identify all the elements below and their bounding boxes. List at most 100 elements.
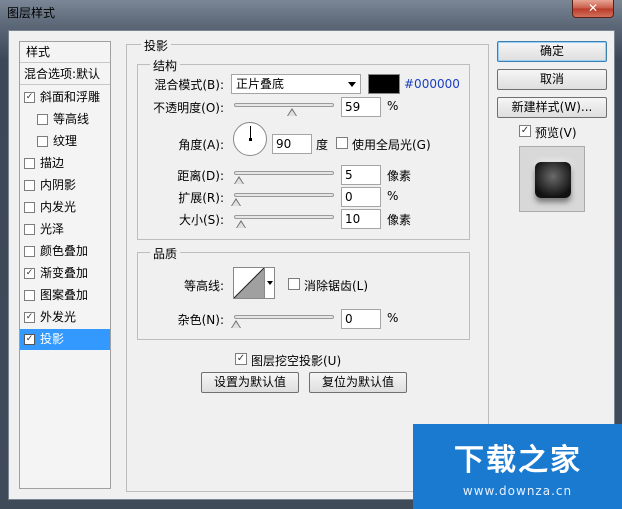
global-light-label: 使用全局光(G) <box>352 138 431 152</box>
quality-legend: 品质 <box>150 245 181 262</box>
close-button[interactable]: ✕ <box>572 0 614 18</box>
new-style-button[interactable]: 新建样式(W)... <box>497 97 607 118</box>
layer-style-window: 图层样式 ✕ 样式 混合选项:默认 ✓ 斜面和浮雕 等高线 纹理 描边 内阴影 … <box>0 0 622 509</box>
checkbox-icon[interactable] <box>24 224 35 235</box>
angle-dial-icon[interactable] <box>233 122 267 156</box>
blend-options-label: 混合选项:默认 <box>24 67 101 81</box>
size-input[interactable]: 10 <box>341 209 381 229</box>
checkbox-icon[interactable] <box>24 202 35 213</box>
window-title: 图层样式 <box>7 6 56 20</box>
ok-button[interactable]: 确定 <box>497 41 607 62</box>
percent-unit: % <box>387 311 399 325</box>
opacity-slider[interactable] <box>234 103 334 116</box>
sidebar-item-inner-glow[interactable]: 内发光 <box>20 197 110 218</box>
distance-slider[interactable] <box>234 171 334 184</box>
global-light-checkbox[interactable] <box>336 137 348 149</box>
knockout-checkbox[interactable]: ✓ <box>235 353 247 365</box>
shadow-color-hex: #000000 <box>404 77 460 91</box>
checkbox-icon[interactable]: ✓ <box>24 92 35 103</box>
sidebar-item-outer-glow[interactable]: ✓ 外发光 <box>20 307 110 328</box>
percent-unit: % <box>387 99 399 113</box>
sidebar-item-label: 等高线 <box>53 112 90 126</box>
noise-label: 杂色(N): <box>177 313 224 327</box>
blend-options-item[interactable]: 混合选项:默认 <box>20 64 110 85</box>
slider-thumb[interactable] <box>287 108 297 116</box>
checkbox-icon[interactable] <box>24 158 35 169</box>
sidebar-item-satin[interactable]: 光泽 <box>20 219 110 240</box>
checkbox-icon[interactable]: ✓ <box>24 334 35 345</box>
distance-input[interactable]: 5 <box>341 165 381 185</box>
style-list: 样式 混合选项:默认 ✓ 斜面和浮雕 等高线 纹理 描边 内阴影 内发光 光泽 … <box>19 41 111 489</box>
contour-preview-icon[interactable] <box>233 267 265 299</box>
checkbox-icon[interactable] <box>37 136 48 147</box>
sidebar-item-texture[interactable]: 纹理 <box>20 131 110 152</box>
sidebar-item-contour[interactable]: 等高线 <box>20 109 110 130</box>
contour-label: 等高线: <box>183 279 224 293</box>
opacity-input[interactable]: 59 <box>341 97 381 117</box>
size-label: 大小(S): <box>178 213 224 227</box>
sidebar-item-label: 图案叠加 <box>40 288 89 302</box>
sidebar-item-gradient-overlay[interactable]: ✓ 渐变叠加 <box>20 263 110 284</box>
noise-slider[interactable] <box>231 315 334 328</box>
sidebar-item-label: 斜面和浮雕 <box>40 90 101 104</box>
watermark-url: www.downza.cn <box>462 484 573 498</box>
sidebar-item-label: 颜色叠加 <box>40 244 89 258</box>
slider-thumb[interactable] <box>231 198 241 206</box>
slider-thumb[interactable] <box>234 176 244 184</box>
close-icon: ✕ <box>587 1 599 15</box>
sidebar-item-label: 光泽 <box>40 222 65 236</box>
blend-mode-label: 混合模式(B): <box>154 78 224 92</box>
antialias-label: 消除锯齿(L) <box>304 279 369 293</box>
sidebar-item-bevel-emboss[interactable]: ✓ 斜面和浮雕 <box>20 87 110 108</box>
sidebar-item-pattern-overlay[interactable]: 图案叠加 <box>20 285 110 306</box>
reset-default-button[interactable]: 复位为默认值 <box>309 372 407 393</box>
knockout-label: 图层挖空投影(U) <box>251 354 342 368</box>
style-list-header-label: 样式 <box>26 45 51 59</box>
watermark-title: 下载之家 <box>454 443 582 478</box>
quality-group: 品质 等高线: 消除锯齿(L) 杂色(N): 0 % <box>137 245 470 340</box>
sidebar-item-label: 纹理 <box>53 134 78 148</box>
checkbox-icon[interactable] <box>24 246 35 257</box>
noise-input[interactable]: 0 <box>341 309 381 329</box>
title-bar: 图层样式 ✕ <box>0 0 622 22</box>
spread-slider[interactable] <box>231 193 334 206</box>
preview-swatch <box>535 162 571 198</box>
sidebar-item-stroke[interactable]: 描边 <box>20 153 110 174</box>
angle-input[interactable]: 90 <box>272 134 312 154</box>
preview-checkbox[interactable]: ✓ <box>519 125 531 137</box>
checkbox-icon[interactable] <box>37 114 48 125</box>
spread-label: 扩展(R): <box>178 191 224 205</box>
checkbox-icon[interactable]: ✓ <box>24 312 35 323</box>
size-slider[interactable] <box>234 215 334 228</box>
slider-thumb[interactable] <box>231 320 241 328</box>
angle-label: 角度(A): <box>178 138 224 152</box>
sidebar-item-label: 描边 <box>40 156 65 170</box>
structure-group: 结构 混合模式(B): 正片叠底 #000000 不透明度(O): 59 % 角… <box>137 57 470 240</box>
set-default-button[interactable]: 设置为默认值 <box>201 372 299 393</box>
blend-mode-select[interactable]: 正片叠底 <box>231 74 361 94</box>
sidebar-item-label: 内阴影 <box>40 178 77 192</box>
contour-curve-icon <box>234 268 264 298</box>
spread-input[interactable]: 0 <box>341 187 381 207</box>
sidebar-item-drop-shadow[interactable]: ✓ 投影 <box>20 329 110 350</box>
checkbox-icon[interactable] <box>24 180 35 191</box>
checkbox-icon[interactable]: ✓ <box>24 268 35 279</box>
slider-thumb[interactable] <box>236 220 246 228</box>
shadow-color-swatch[interactable] <box>368 74 400 94</box>
contour-dropdown-button[interactable] <box>265 267 275 299</box>
structure-legend: 结构 <box>150 57 181 74</box>
style-list-header[interactable]: 样式 <box>20 42 110 63</box>
preview-label: 预览(V) <box>535 126 577 140</box>
cancel-button[interactable]: 取消 <box>497 69 607 90</box>
chevron-down-icon <box>348 82 356 87</box>
percent-unit: % <box>387 189 399 203</box>
sidebar-item-label: 内发光 <box>40 200 77 214</box>
opacity-label: 不透明度(O): <box>153 101 224 115</box>
sidebar-item-inner-shadow[interactable]: 内阴影 <box>20 175 110 196</box>
antialias-checkbox[interactable] <box>288 278 300 290</box>
degree-unit: 度 <box>316 138 329 152</box>
sidebar-item-label: 渐变叠加 <box>40 266 89 280</box>
sidebar-item-color-overlay[interactable]: 颜色叠加 <box>20 241 110 262</box>
blend-mode-value: 正片叠底 <box>236 77 285 91</box>
checkbox-icon[interactable] <box>24 290 35 301</box>
